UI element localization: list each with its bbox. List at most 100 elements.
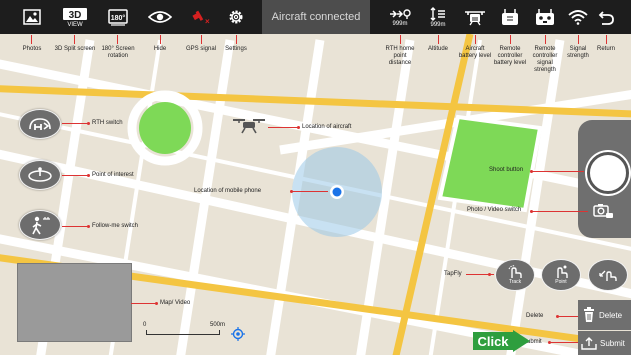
split-screen-callout: 3D Split screen (54, 46, 96, 52)
follow-me-icon (32, 216, 50, 235)
remote-signal-icon (536, 9, 554, 25)
altitude-icon (430, 6, 445, 21)
map-video-toggle[interactable] (17, 263, 132, 342)
gps-satellite-icon: × (192, 10, 210, 25)
track-label: Track (508, 279, 522, 285)
delete-button[interactable]: Delete (578, 300, 631, 330)
point-of-interest-callout: Point of interest (92, 172, 134, 178)
delete-label: Delete (599, 310, 623, 320)
callout-line (438, 35, 439, 44)
3d-split-screen-button[interactable]: 3D VIEW (60, 0, 90, 34)
gps-signal-callout: GPS signal (185, 46, 216, 52)
gear-icon (229, 10, 243, 24)
rth-switch-button[interactable] (19, 109, 61, 139)
photo-video-callout: Photo / Video switch (467, 207, 522, 213)
callout-line (558, 316, 578, 317)
delete-callout: Delete (526, 313, 544, 319)
rth-home-icon (29, 118, 51, 130)
rc-signal-indicator (532, 0, 558, 34)
callout-dot (87, 174, 90, 177)
eye-icon (148, 11, 172, 23)
rth-switch-callout: RTH switch (92, 120, 123, 126)
callout-line (74, 35, 75, 44)
trash-icon (584, 307, 594, 322)
orbit-icon (28, 167, 52, 182)
tapfly-track-button[interactable]: Track (495, 259, 535, 291)
screen-rotation-button[interactable]: 180° (104, 0, 132, 34)
photos-button[interactable] (20, 0, 44, 34)
svg-text:3D: 3D (69, 10, 82, 21)
callout-line (578, 35, 579, 44)
aircraft-battery-callout: Aircraft battery level (458, 46, 492, 59)
callout-dot (297, 126, 300, 129)
callout-line (545, 35, 546, 44)
photos-callout: Photos (22, 46, 42, 52)
callout-line (532, 211, 588, 212)
back-arrow-icon (598, 11, 614, 25)
callout-line (532, 171, 584, 172)
direction-hand-icon (599, 270, 617, 281)
callout-dot (530, 170, 533, 173)
upload-icon (581, 337, 597, 350)
connection-status: Aircraft connected (262, 0, 370, 34)
callout-line (466, 274, 494, 275)
hide-callout: Hide (153, 46, 167, 52)
point-label: Point (555, 279, 567, 285)
callout-line (62, 226, 88, 227)
settings-button[interactable] (224, 0, 248, 34)
follow-me-callout: Follow-me switch (92, 223, 139, 229)
rc-signal-callout: Remote controller signal strength (532, 46, 558, 73)
altitude-callout: Altitude (427, 46, 448, 52)
callout-line (62, 175, 88, 176)
point-hand-icon (557, 265, 568, 278)
callout-line (400, 35, 401, 44)
callout-line (606, 35, 607, 44)
map-scale-bar (146, 330, 220, 335)
signal-strength-indicator (566, 0, 590, 34)
screen-rotation-callout: 180° Screen rotation (101, 46, 135, 59)
callout-line (475, 35, 476, 44)
scale-end: 500m (210, 322, 226, 328)
rth-distance-callout: RTH home point distance (385, 46, 415, 66)
click-arrow-icon: Click (473, 330, 530, 352)
tapfly-callout: TapFly (444, 271, 462, 277)
hide-button[interactable] (146, 0, 174, 34)
wifi-icon (568, 10, 588, 25)
aircraft-location-callout: Location of aircraft (302, 124, 352, 130)
callout-line (292, 191, 328, 192)
shoot-button[interactable] (587, 152, 629, 194)
gps-signal-indicator: × (188, 0, 212, 34)
rotation-label: 180° (111, 14, 126, 22)
callout-dot (530, 210, 533, 213)
tapfly-point-button[interactable]: Point (541, 259, 581, 291)
photo-video-switch-icon[interactable] (592, 202, 614, 220)
callout-line (117, 35, 118, 44)
callout-line (31, 35, 32, 44)
rc-battery-indicator (497, 0, 523, 34)
callout-dot (155, 302, 158, 305)
return-button[interactable] (594, 0, 618, 34)
3d-view-icon: 3D (63, 7, 87, 21)
phone-location-callout: Location of mobile phone (194, 188, 262, 194)
point-of-interest-button[interactable] (19, 160, 61, 190)
locate-me-icon[interactable] (231, 327, 245, 341)
aircraft-location-icon (233, 119, 265, 134)
photos-icon (23, 9, 41, 25)
signal-strength-callout: Signal strength (567, 46, 589, 59)
tapfly-direction-button[interactable] (588, 259, 628, 291)
callout-line (510, 35, 511, 44)
submit-button[interactable]: Submit (578, 331, 631, 355)
scale-start: 0 (143, 322, 147, 328)
view-label: VIEW (67, 21, 83, 28)
callout-line (160, 35, 161, 44)
callout-line (131, 303, 155, 304)
callout-dot (87, 225, 90, 228)
home-distance-icon (390, 8, 411, 19)
map-video-callout: Map/ Video (160, 300, 191, 306)
submit-label: Submit (600, 338, 625, 348)
rth-distance-indicator: 999m (386, 0, 414, 34)
return-callout: Return (596, 46, 615, 52)
rc-battery-callout: Remote controller battery level (493, 46, 527, 66)
callout-line (550, 342, 578, 343)
follow-me-button[interactable] (19, 210, 61, 240)
